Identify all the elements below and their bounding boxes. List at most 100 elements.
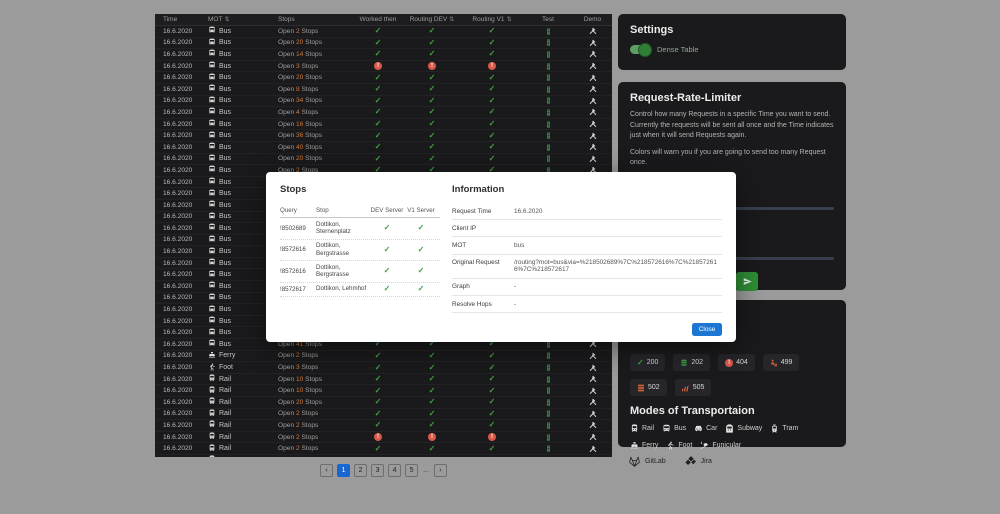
column-header-routing-dev[interactable]: Routing DEV⇅ bbox=[403, 16, 461, 23]
open-stops-link[interactable]: Open 2 Stops bbox=[258, 434, 353, 441]
column-header-mot[interactable]: MOT⇅ bbox=[200, 16, 258, 23]
stops-suffix-label: Stops bbox=[305, 387, 322, 394]
demo-icon[interactable] bbox=[573, 398, 612, 406]
pagination-page-3[interactable]: 3 bbox=[371, 464, 384, 477]
pagination-page-1[interactable]: 1 bbox=[337, 464, 350, 477]
mode-item-subway[interactable]: Subway bbox=[725, 424, 762, 433]
test-icon[interactable] bbox=[523, 375, 573, 384]
test-icon[interactable] bbox=[523, 108, 573, 117]
open-stops-link[interactable]: Open 10 Stops bbox=[258, 387, 353, 394]
test-icon[interactable] bbox=[523, 421, 573, 430]
jira-link[interactable]: Jira bbox=[684, 455, 712, 468]
demo-icon[interactable] bbox=[573, 27, 612, 35]
status-badge-505[interactable]: 505 bbox=[675, 379, 712, 396]
demo-icon[interactable] bbox=[573, 421, 612, 429]
test-icon[interactable] bbox=[523, 409, 573, 418]
mode-item-funicular[interactable]: Funicular bbox=[700, 441, 741, 450]
open-stops-link[interactable]: Open 4 Stops bbox=[258, 109, 353, 116]
test-icon[interactable] bbox=[523, 73, 573, 82]
mode-item-bus[interactable]: Bus bbox=[662, 424, 686, 433]
open-stops-link[interactable]: Open 2 Stops bbox=[258, 445, 353, 452]
open-stops-link[interactable]: Open 20 Stops bbox=[258, 74, 353, 81]
status-badge-502[interactable]: 502 bbox=[630, 379, 667, 396]
test-icon[interactable] bbox=[523, 143, 573, 152]
demo-icon[interactable] bbox=[573, 132, 612, 140]
open-stops-link[interactable]: Open 14 Stops bbox=[258, 51, 353, 58]
test-icon[interactable] bbox=[523, 38, 573, 47]
test-icon[interactable] bbox=[523, 433, 573, 442]
demo-icon[interactable] bbox=[573, 155, 612, 163]
open-stops-link[interactable]: Open 36 Stops bbox=[258, 132, 353, 139]
pagination-next-button[interactable]: › bbox=[434, 464, 447, 477]
open-stops-link[interactable]: Open 20 Stops bbox=[258, 399, 353, 406]
demo-icon[interactable] bbox=[573, 143, 612, 151]
open-stops-link[interactable]: Open 34 Stops bbox=[258, 97, 353, 104]
demo-icon[interactable] bbox=[573, 39, 612, 47]
demo-icon[interactable] bbox=[573, 74, 612, 82]
close-button[interactable]: Close bbox=[692, 323, 722, 336]
mode-item-foot[interactable]: Foot bbox=[666, 441, 692, 450]
routing-dev-status: ✓ bbox=[403, 398, 461, 406]
open-stops-link[interactable]: Open 8 Stops bbox=[258, 86, 353, 93]
open-stops-link[interactable]: Open 2 Stops bbox=[258, 422, 353, 429]
demo-icon[interactable] bbox=[573, 375, 612, 383]
test-icon[interactable] bbox=[523, 96, 573, 105]
routing-v1-status: ✓ bbox=[461, 27, 523, 35]
test-icon[interactable] bbox=[523, 120, 573, 129]
stops-open-label: Open bbox=[278, 364, 296, 371]
mode-item-tram[interactable]: Tram bbox=[770, 424, 798, 433]
test-icon[interactable] bbox=[523, 386, 573, 395]
demo-icon[interactable] bbox=[573, 456, 612, 457]
column-header-routing-v1[interactable]: Routing V1⇅ bbox=[461, 16, 523, 23]
pagination-page-4[interactable]: 4 bbox=[388, 464, 401, 477]
test-icon[interactable] bbox=[523, 456, 573, 457]
pagination-page-5[interactable]: 5 bbox=[405, 464, 418, 477]
open-stops-link[interactable]: Open 20 Stops bbox=[258, 39, 353, 46]
dense-table-toggle[interactable] bbox=[630, 45, 650, 54]
demo-icon[interactable] bbox=[573, 97, 612, 105]
test-icon[interactable] bbox=[523, 85, 573, 94]
status-badge-202[interactable]: 202 bbox=[673, 354, 710, 371]
row-time: 16.6.2020 bbox=[155, 399, 200, 406]
mode-item-car[interactable]: Car bbox=[694, 424, 717, 433]
dev-server-status: ✓ bbox=[370, 285, 404, 293]
status-badge-404[interactable]: !404 bbox=[718, 354, 755, 371]
open-stops-link[interactable]: Open 10 Stops bbox=[258, 376, 353, 383]
demo-icon[interactable] bbox=[573, 433, 612, 441]
gitlab-link[interactable]: GitLab bbox=[628, 455, 666, 468]
mode-item-rail[interactable]: Rail bbox=[630, 424, 654, 433]
test-icon[interactable] bbox=[523, 50, 573, 59]
test-icon[interactable] bbox=[523, 351, 573, 360]
open-stops-link[interactable]: Open 3 Stops bbox=[258, 63, 353, 70]
status-badge-499[interactable]: 499 bbox=[763, 354, 800, 371]
open-stops-link[interactable]: Open 16 Stops bbox=[258, 121, 353, 128]
open-stops-link[interactable]: Open 2 Stops bbox=[258, 410, 353, 417]
demo-icon[interactable] bbox=[573, 410, 612, 418]
mode-item-ferry[interactable]: Ferry bbox=[630, 441, 658, 450]
open-stops-link[interactable]: Open 2 Stops bbox=[258, 28, 353, 35]
open-stops-link[interactable]: Open 3 Stops bbox=[258, 364, 353, 371]
test-icon[interactable] bbox=[523, 444, 573, 453]
test-icon[interactable] bbox=[523, 27, 573, 36]
demo-icon[interactable] bbox=[573, 120, 612, 128]
pagination-page-2[interactable]: 2 bbox=[354, 464, 367, 477]
demo-icon[interactable] bbox=[573, 387, 612, 395]
demo-icon[interactable] bbox=[573, 364, 612, 372]
test-icon[interactable] bbox=[523, 131, 573, 140]
demo-icon[interactable] bbox=[573, 62, 612, 70]
pagination-prev-button[interactable]: ‹ bbox=[320, 464, 333, 477]
open-stops-link[interactable]: Open 20 Stops bbox=[258, 155, 353, 162]
open-stops-link[interactable]: Open 40 Stops bbox=[258, 144, 353, 151]
demo-icon[interactable] bbox=[573, 85, 612, 93]
demo-icon[interactable] bbox=[573, 108, 612, 116]
test-icon[interactable] bbox=[523, 363, 573, 372]
test-icon[interactable] bbox=[523, 62, 573, 71]
demo-icon[interactable] bbox=[573, 50, 612, 58]
send-requests-button[interactable] bbox=[736, 272, 758, 291]
test-icon[interactable] bbox=[523, 154, 573, 163]
demo-icon[interactable] bbox=[573, 352, 612, 360]
test-icon[interactable] bbox=[523, 398, 573, 407]
status-badge-200[interactable]: ✓200 bbox=[630, 354, 665, 371]
open-stops-link[interactable]: Open 2 Stops bbox=[258, 352, 353, 359]
demo-icon[interactable] bbox=[573, 445, 612, 453]
